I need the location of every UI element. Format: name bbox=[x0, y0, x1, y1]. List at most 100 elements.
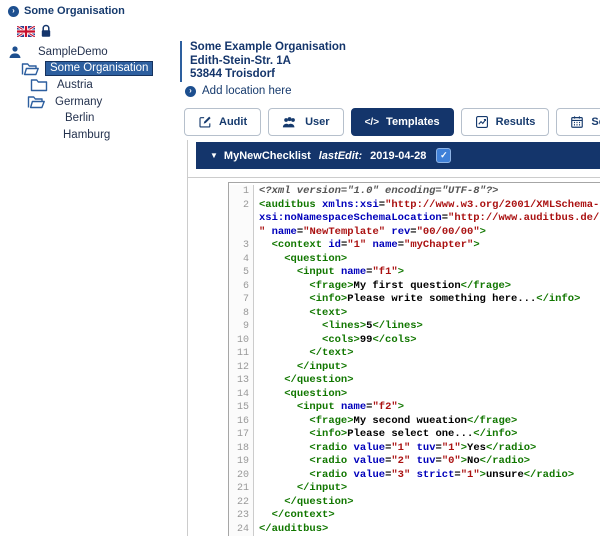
tab-templates[interactable]: </> Templates bbox=[351, 108, 454, 136]
calendar-icon bbox=[570, 115, 584, 129]
code-text: <info>Please select one...</info> bbox=[254, 428, 517, 442]
code-text: <question> bbox=[254, 388, 347, 402]
code-text: </input> bbox=[254, 361, 347, 375]
code-text: <input name="f1"> bbox=[254, 266, 404, 280]
code-text: </text> bbox=[254, 347, 354, 361]
line-number: 15 bbox=[229, 401, 254, 415]
line-number: 22 bbox=[229, 496, 254, 510]
circle-arrow-icon: › bbox=[185, 86, 196, 97]
tree-item-austria[interactable]: Austria bbox=[0, 77, 175, 94]
tree-item-berlin[interactable]: Berlin bbox=[0, 110, 175, 127]
code-line[interactable]: 17 <info>Please select one...</info> bbox=[229, 428, 600, 442]
folder-closed-icon bbox=[30, 78, 48, 92]
checklist-panel-header[interactable]: ▼ MyNewChecklist lastEdit: 2019-04-28 ✓ bbox=[196, 142, 600, 169]
line-number: 7 bbox=[229, 293, 254, 307]
person-icon bbox=[8, 45, 22, 59]
code-line[interactable]: 18 <radio value="1" tuv="1">Yes</radio> bbox=[229, 442, 600, 456]
content-left-border bbox=[187, 140, 188, 536]
tab-user[interactable]: User bbox=[268, 108, 343, 136]
top-org-link[interactable]: › Some Organisation bbox=[8, 5, 125, 17]
code-text: <frage>My first question</frage> bbox=[254, 280, 511, 294]
line-number: 19 bbox=[229, 455, 254, 469]
code-text: <auditbus xmlns:xsi="http://www.w3.org/2… bbox=[254, 199, 599, 213]
add-location-link[interactable]: › Add location here bbox=[185, 85, 292, 97]
line-number bbox=[229, 212, 254, 226]
code-line[interactable]: 11 </text> bbox=[229, 347, 600, 361]
collapse-triangle-icon[interactable]: ▼ bbox=[210, 152, 218, 160]
line-number: 4 bbox=[229, 253, 254, 267]
code-line[interactable]: 21 </input> bbox=[229, 482, 600, 496]
code-line[interactable]: 10 <cols>99</cols> bbox=[229, 334, 600, 348]
code-icon: </> bbox=[365, 117, 379, 128]
code-line[interactable]: xsi:noNamespaceSchemaLocation="http://ww… bbox=[229, 212, 600, 226]
panel-divider bbox=[187, 177, 600, 178]
tab-results[interactable]: Results bbox=[461, 108, 550, 136]
code-line[interactable]: 8 <text> bbox=[229, 307, 600, 321]
code-text: <radio value="1" tuv="1">Yes</radio> bbox=[254, 442, 536, 456]
code-line[interactable]: 6 <frage>My first question</frage> bbox=[229, 280, 600, 294]
org-address-header: Some Example Organisation Edith-Stein-St… bbox=[180, 41, 346, 82]
edit-icon bbox=[198, 115, 212, 129]
line-number bbox=[229, 226, 254, 240]
uk-flag-icon[interactable] bbox=[17, 26, 35, 37]
tree-item-hamburg[interactable]: Hamburg bbox=[0, 127, 175, 144]
circle-arrow-icon: › bbox=[8, 6, 19, 17]
line-number: 16 bbox=[229, 415, 254, 429]
line-number: 2 bbox=[229, 199, 254, 213]
code-line[interactable]: 7 <info>Please write something here...</… bbox=[229, 293, 600, 307]
code-line[interactable]: 4 <question> bbox=[229, 253, 600, 267]
code-text: <frage>My second wueation</frage> bbox=[254, 415, 517, 429]
code-editor[interactable]: 1<?xml version="1.0" encoding="UTF-8"?>2… bbox=[228, 182, 600, 536]
folder-open-icon bbox=[27, 95, 45, 109]
code-line[interactable]: 24</auditbus> bbox=[229, 523, 600, 536]
org-city: 53844 Troisdorf bbox=[190, 68, 346, 82]
code-text: </input> bbox=[254, 482, 347, 496]
code-line[interactable]: 20 <radio value="3" strict="1">unsure</r… bbox=[229, 469, 600, 483]
tree-item-sampledemo[interactable]: SampleDemo bbox=[0, 44, 175, 61]
tab-audit[interactable]: Audit bbox=[184, 108, 261, 136]
code-text: <radio value="3" strict="1">unsure</radi… bbox=[254, 469, 574, 483]
code-text: <cols>99</cols> bbox=[254, 334, 417, 348]
tree-item-germany[interactable]: Germany bbox=[0, 94, 175, 111]
code-text: <context id="1" name="myChapter"> bbox=[254, 239, 480, 253]
code-line[interactable]: 22 </question> bbox=[229, 496, 600, 510]
code-line[interactable]: 23 </context> bbox=[229, 509, 600, 523]
app-window: › Some Organisation SampleDemo Some Orga… bbox=[0, 0, 600, 536]
code-text: <lines>5</lines> bbox=[254, 320, 423, 334]
line-number: 9 bbox=[229, 320, 254, 334]
code-line[interactable]: 15 <input name="f2"> bbox=[229, 401, 600, 415]
line-number: 20 bbox=[229, 469, 254, 483]
code-text: </context> bbox=[254, 509, 335, 523]
top-org-label: Some Organisation bbox=[24, 5, 125, 17]
code-line[interactable]: 13 </question> bbox=[229, 374, 600, 388]
tab-schedule[interactable]: Schedule bbox=[556, 108, 600, 136]
code-line[interactable]: 5 <input name="f1"> bbox=[229, 266, 600, 280]
tab-bar: Audit User </> Templates Results bbox=[184, 108, 600, 136]
line-number: 13 bbox=[229, 374, 254, 388]
code-text: " name="NewTemplate" rev="00/00/00"> bbox=[254, 226, 486, 240]
code-line[interactable]: " name="NewTemplate" rev="00/00/00"> bbox=[229, 226, 600, 240]
last-edit-label: lastEdit: bbox=[319, 150, 362, 162]
lock-icon[interactable] bbox=[40, 24, 52, 38]
code-line[interactable]: 3 <context id="1" name="myChapter"> bbox=[229, 239, 600, 253]
line-number: 14 bbox=[229, 388, 254, 402]
line-number: 24 bbox=[229, 523, 254, 536]
code-line[interactable]: 1<?xml version="1.0" encoding="UTF-8"?> bbox=[229, 185, 600, 199]
line-number: 10 bbox=[229, 334, 254, 348]
code-line[interactable]: 19 <radio value="2" tuv="0">No</radio> bbox=[229, 455, 600, 469]
checklist-active-checkbox[interactable]: ✓ bbox=[436, 148, 451, 163]
code-text: <input name="f2"> bbox=[254, 401, 404, 415]
line-number: 17 bbox=[229, 428, 254, 442]
code-text: <question> bbox=[254, 253, 347, 267]
code-line[interactable]: 2<auditbus xmlns:xsi="http://www.w3.org/… bbox=[229, 199, 600, 213]
line-number: 8 bbox=[229, 307, 254, 321]
org-name: Some Example Organisation bbox=[190, 41, 346, 55]
code-line[interactable]: 12 </input> bbox=[229, 361, 600, 375]
org-street: Edith-Stein-Str. 1A bbox=[190, 55, 346, 69]
code-line[interactable]: 14 <question> bbox=[229, 388, 600, 402]
code-line[interactable]: 16 <frage>My second wueation</frage> bbox=[229, 415, 600, 429]
code-text: <info>Please write something here...</in… bbox=[254, 293, 580, 307]
code-line[interactable]: 9 <lines>5</lines> bbox=[229, 320, 600, 334]
code-text: </question> bbox=[254, 374, 354, 388]
tree-item-some-organisation[interactable]: Some Organisation bbox=[0, 61, 175, 78]
